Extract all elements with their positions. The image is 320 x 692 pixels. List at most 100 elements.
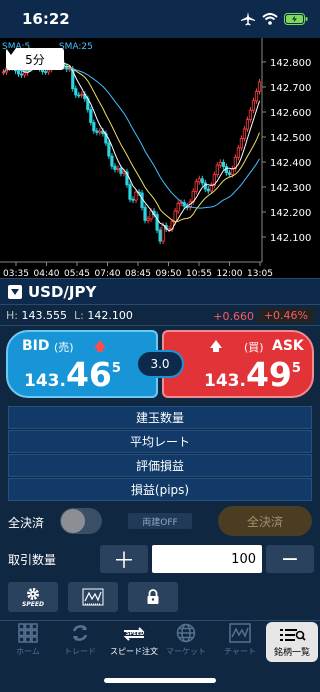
svg-text:SPEED: SPEED: [126, 631, 144, 637]
tab-home-label: ホーム: [16, 647, 40, 656]
grid-icon: [18, 623, 38, 643]
bid-price-big: 46: [65, 355, 112, 394]
candle: [122, 171, 126, 174]
candle: [1, 71, 6, 74]
candle: [218, 161, 222, 166]
tab-speed-order-label: スピード注文: [110, 647, 158, 656]
timeframe-label: 5分: [25, 52, 45, 67]
info-row-pl-pips: 損益(pips): [8, 478, 312, 501]
candle: [143, 207, 147, 221]
tab-market-label: マーケット: [166, 647, 206, 656]
bid-price: 143. 46 5: [24, 358, 121, 391]
candle: [242, 128, 247, 139]
candle: [110, 155, 114, 167]
up-arrow-icon: [94, 340, 106, 348]
timeframe-select[interactable]: 5分: [6, 48, 64, 70]
y-tick-label: 142.200: [270, 208, 311, 219]
candle: [254, 91, 259, 102]
low-value: 142.100: [87, 308, 133, 322]
status-time: 16:22: [22, 10, 70, 28]
tab-speed-order[interactable]: SPEED スピード注文: [106, 623, 162, 663]
candle: [116, 167, 120, 170]
list-search-icon: [280, 628, 306, 641]
candle: [173, 210, 177, 223]
candle: [239, 138, 244, 149]
info-row-average-rate: 平均レート: [8, 430, 312, 453]
bid-price-small: 143.: [24, 371, 66, 391]
x-tick-label: 05:45: [64, 269, 90, 278]
tab-home[interactable]: ホーム: [0, 623, 56, 663]
close-all-toggle[interactable]: [60, 508, 102, 534]
candle: [197, 178, 201, 183]
change-value: +0.660: [213, 310, 254, 323]
x-tick-label: 03:35: [3, 269, 29, 278]
speed-icon: SPEED: [123, 627, 145, 641]
tab-chart[interactable]: チャート: [212, 623, 268, 663]
qty-input[interactable]: 100: [152, 545, 262, 573]
tab-market[interactable]: マーケット: [158, 623, 214, 663]
candle: [98, 130, 102, 133]
battery-icon: [284, 13, 308, 25]
price-chart[interactable]: 142.800 142.700 142.600 142.500 142.400 142.3…: [0, 38, 320, 278]
candle: [134, 191, 138, 201]
y-tick-label: 142.500: [270, 133, 311, 144]
qty-decrease-button[interactable]: −: [266, 545, 314, 573]
y-tick-label: 142.100: [270, 233, 311, 244]
y-tick-label: 142.300: [270, 183, 311, 194]
high-label: H:: [6, 308, 18, 322]
globe-icon: [176, 623, 196, 643]
ask-price-pip: 5: [291, 361, 301, 376]
candle: [257, 81, 262, 92]
ask-price-small: 143.: [204, 371, 246, 391]
tab-trade[interactable]: トレード: [52, 623, 108, 663]
tab-chart-label: チャート: [224, 647, 256, 656]
close-all-button[interactable]: 全決済: [218, 506, 312, 536]
candle: [131, 198, 135, 201]
low-label: L:: [73, 308, 84, 322]
candle: [209, 184, 213, 192]
position-info-table: 建玉数量 平均レート 評価損益 損益(pips): [8, 406, 312, 502]
candle: [206, 188, 210, 192]
spread-badge: 3.0: [136, 350, 184, 378]
up-arrow-icon: [210, 340, 222, 348]
y-tick-label: 142.600: [270, 108, 311, 119]
info-row-valuation-pl: 評価損益: [8, 454, 312, 477]
sma-5-line: [3, 62, 260, 232]
speed-settings-button[interactable]: SPEED: [8, 582, 58, 612]
ask-price-big: 49: [245, 355, 292, 394]
airplane-icon: [241, 12, 255, 26]
symbol-selector[interactable]: USD/JPY: [0, 278, 320, 304]
candle: [95, 130, 99, 133]
lock-button[interactable]: [128, 582, 178, 612]
ask-price: 143. 49 5: [204, 358, 301, 391]
x-tick-label: 12:00: [217, 269, 243, 278]
candle: [80, 93, 84, 96]
candle: [245, 119, 250, 130]
y-tick-label: 142.400: [270, 158, 311, 169]
qty-increase-button[interactable]: ＋: [100, 545, 148, 574]
candle: [161, 225, 165, 242]
candle: [44, 71, 48, 73]
change-percent: +0.46%: [257, 308, 314, 323]
tab-symbol-list[interactable]: 銘柄一覧: [266, 622, 318, 662]
gear-icon: [27, 587, 39, 600]
speed-label: SPEED: [22, 600, 44, 608]
ask-button[interactable]: (買) ASK 143. 49 5: [162, 330, 314, 398]
status-icons: [240, 12, 308, 26]
candle: [107, 142, 111, 157]
y-tick-label: 142.800: [270, 58, 311, 69]
candle: [227, 172, 231, 175]
ask-label: ASK: [272, 338, 304, 354]
symbol-dropdown-icon: [8, 284, 22, 299]
candle: [149, 210, 153, 220]
hedge-status: 両建OFF: [128, 513, 192, 529]
x-tick-label: 04:40: [34, 269, 60, 278]
candle: [128, 184, 132, 200]
high-low-row: H: 143.555 L: 142.100 +0.660 +0.46%: [0, 304, 320, 326]
candle: [158, 229, 162, 242]
candle: [68, 68, 72, 71]
candle: [19, 73, 24, 76]
wifi-icon: [262, 13, 278, 25]
candle: [146, 218, 150, 221]
chart-toggle-button[interactable]: [68, 582, 118, 612]
